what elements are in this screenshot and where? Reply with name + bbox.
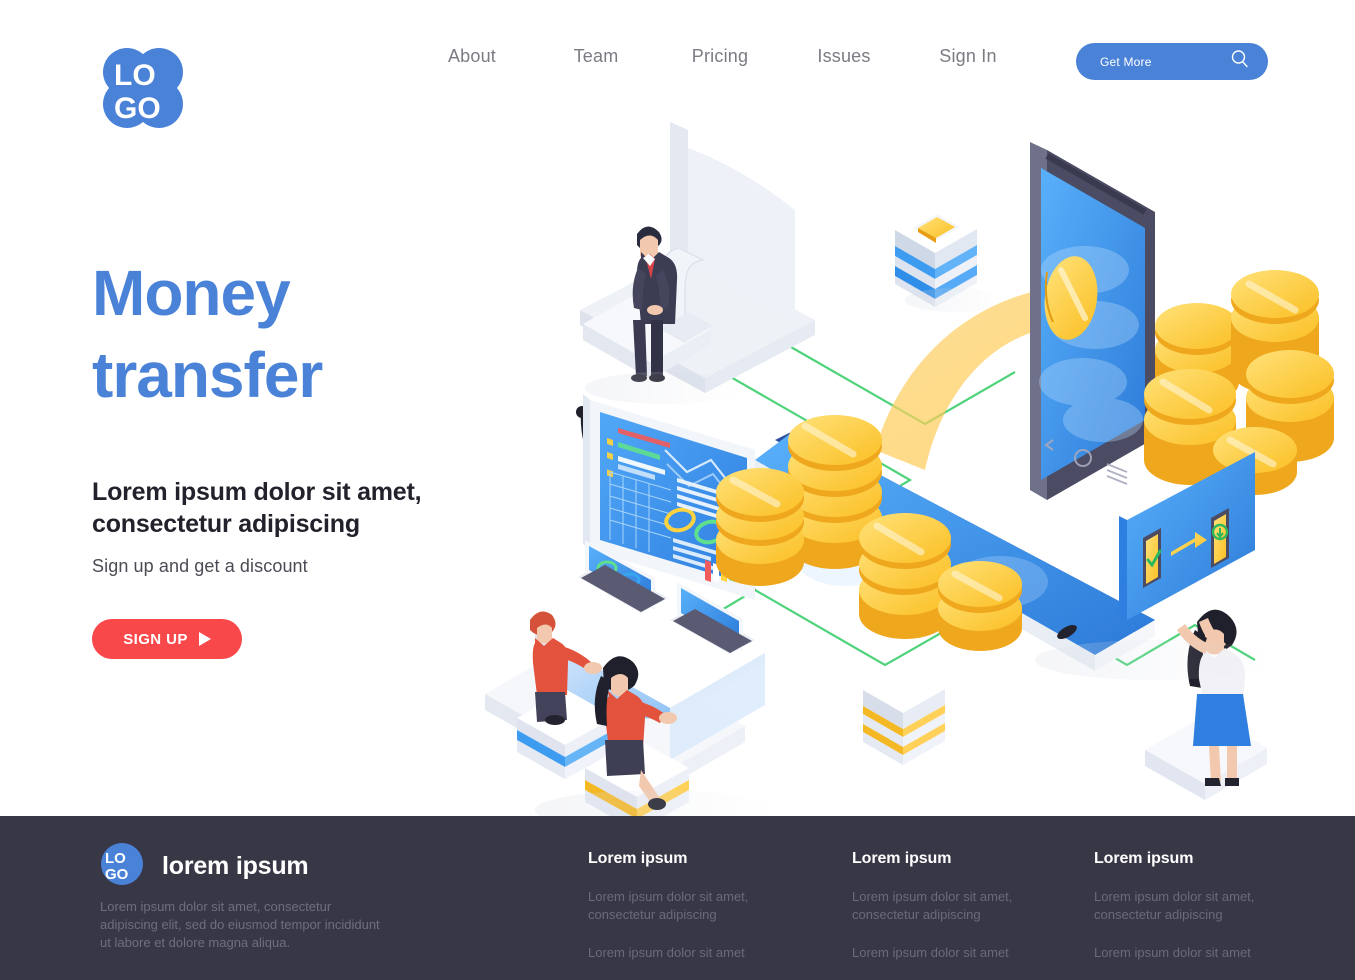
logo-text-line2: GO [114,92,161,125]
nav-item-pricing[interactable]: Pricing [658,46,782,67]
nav-item-sign-in[interactable]: Sign In [906,46,1030,67]
footer-logo[interactable]: LO GO [100,842,144,891]
nav-item-team[interactable]: Team [534,46,658,67]
footer-link[interactable]: Lorem ipsum dolor sit amet, consectetur … [588,888,778,924]
footer-column-1: Lorem ipsum Lorem ipsum dolor sit amet, … [588,850,778,962]
logo-text-line1: LO [114,59,156,92]
get-more-label: Get More [1100,54,1152,69]
hero-subtitle-line1: Lorem ipsum dolor sit amet, [92,478,422,506]
footer-about-text: Lorem ipsum dolor sit amet, consectetur … [100,899,380,950]
nav-item-issues[interactable]: Issues [782,46,906,67]
footer-column-3: Lorem ipsum Lorem ipsum dolor sit amet, … [1094,850,1284,962]
hero-illustration [455,120,1355,820]
footer-link[interactable]: Lorem ipsum dolor sit amet [852,944,1042,962]
woman-at-payment-screen [1145,609,1267,800]
footer-brand[interactable]: LO GO lorem ipsum [100,842,309,891]
logo[interactable]: LO GO [100,45,186,131]
site-footer: LO GO lorem ipsum Lorem ipsum dolor sit … [0,816,1355,980]
footer-link[interactable]: Lorem ipsum dolor sit amet, consectetur … [852,888,1042,924]
stacked-box-gold [863,666,945,765]
footer-logo-line1: LO [105,850,126,867]
footer-column-2-title: Lorem ipsum [852,850,952,867]
search-icon [1230,49,1250,74]
footer-link[interactable]: Lorem ipsum dolor sit amet [1094,944,1284,962]
sign-up-label: SIGN UP [123,630,188,648]
footer-column-3-title: Lorem ipsum [1094,850,1194,867]
site-header: LO GO About Team Pricing Issues Sign In … [0,0,1355,140]
footer-link[interactable]: Lorem ipsum dolor sit amet [588,944,778,962]
sign-up-button[interactable]: SIGN UP [92,619,242,659]
footer-column-2: Lorem ipsum Lorem ipsum dolor sit amet, … [852,850,1042,962]
page-title-line1: Money [92,257,291,329]
footer-brand-title: lorem ipsum [162,852,309,880]
footer-logo-line2: GO [105,866,129,883]
footer-link[interactable]: Lorem ipsum dolor sit amet, consectetur … [1094,888,1284,924]
isometric-money-transfer-illustration [485,122,1334,820]
page-title-line2: transfer [92,339,323,411]
main-navigation: About Team Pricing Issues Sign In [410,46,1030,67]
hero-subtitle-line2: consectetur adipiscing [92,510,360,538]
play-triangle-icon [198,632,211,646]
footer-column-1-title: Lorem ipsum [588,850,688,867]
get-more-button[interactable]: Get More [1076,43,1268,80]
nav-item-about[interactable]: About [410,46,534,67]
smartphone-blue-screen [1030,142,1155,500]
